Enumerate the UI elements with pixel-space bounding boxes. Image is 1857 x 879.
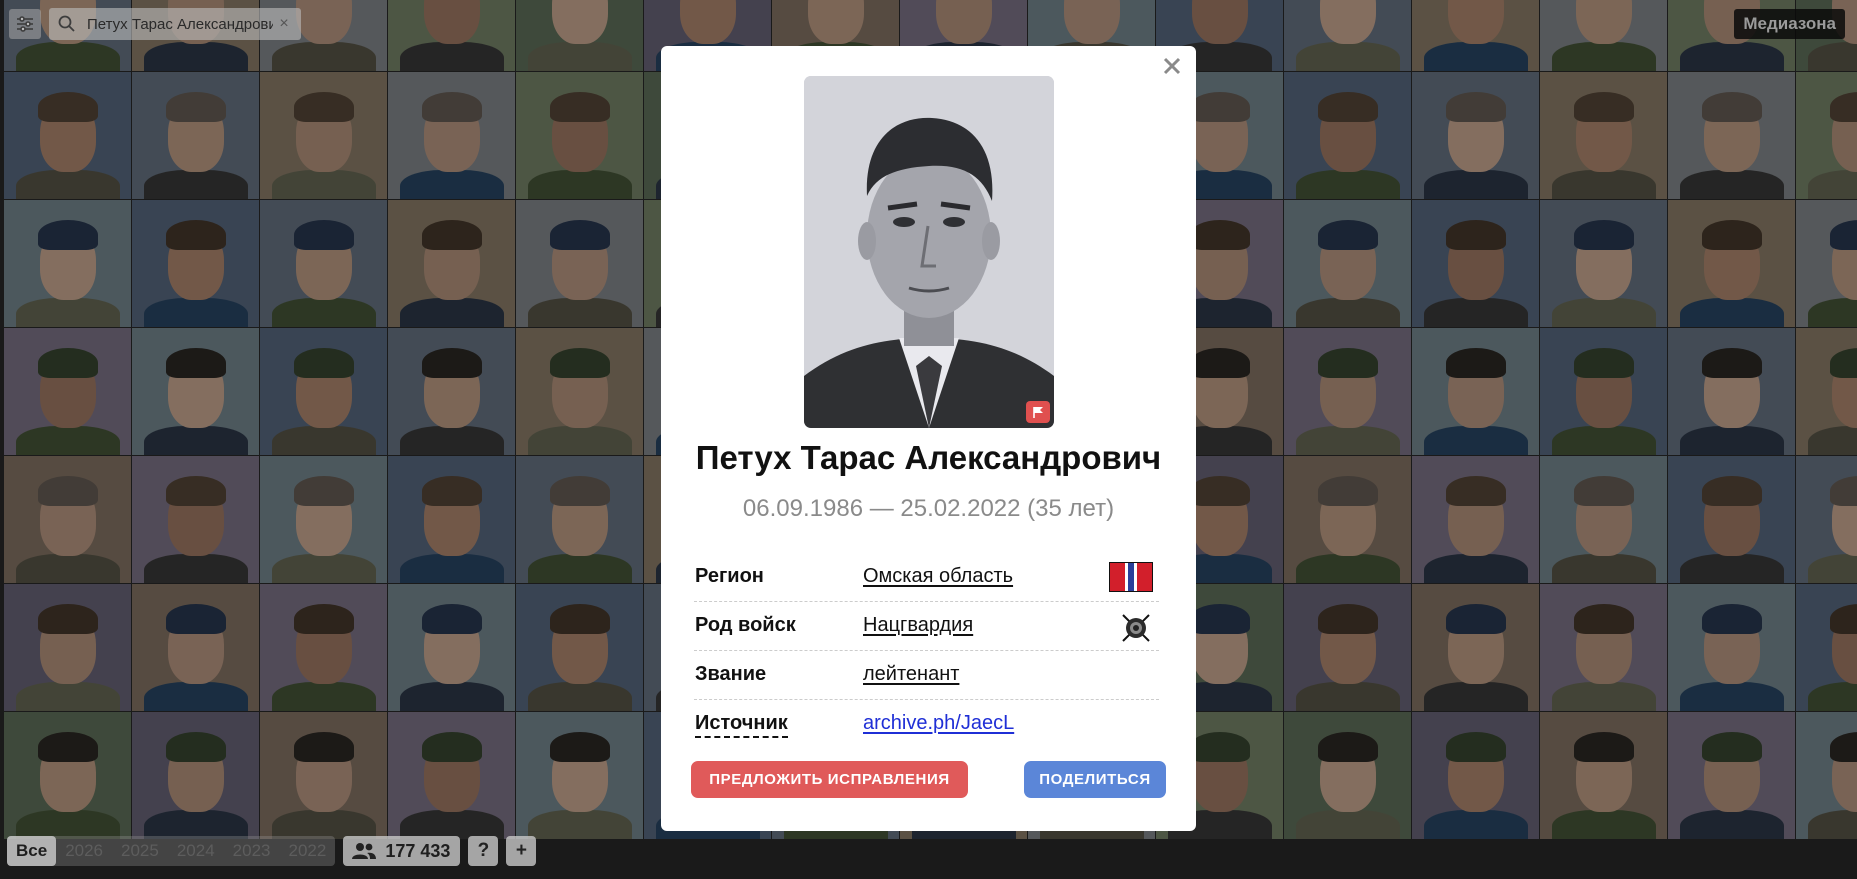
sliders-icon bbox=[17, 16, 33, 32]
region-link[interactable]: Омская область bbox=[863, 565, 1013, 588]
person-card-modal: Петух Тарас Александрович 06.09.1986 — 2… bbox=[661, 46, 1196, 831]
rank-link[interactable]: лейтенант bbox=[863, 663, 959, 686]
source-label[interactable]: Источник bbox=[695, 712, 788, 738]
branch-label: Род войск bbox=[695, 614, 796, 636]
add-button[interactable]: + bbox=[506, 836, 537, 866]
details-row-source: Источник archive.ph/JaecL bbox=[694, 700, 1159, 748]
report-flag-button[interactable] bbox=[1026, 401, 1050, 423]
filter-button[interactable] bbox=[9, 9, 41, 39]
tab-2022[interactable]: 2022 bbox=[280, 836, 336, 866]
portrait-drawing bbox=[804, 76, 1054, 428]
tab-2023[interactable]: 2023 bbox=[224, 836, 280, 866]
person-name: Петух Тарас Александрович bbox=[695, 439, 1162, 476]
person-details-table: Регион Омская область Род войск Нацгвард… bbox=[694, 553, 1159, 748]
people-icon bbox=[352, 843, 377, 859]
person-dates: 06.09.1986 — 25.02.2022 (35 лет) bbox=[742, 495, 1115, 522]
search-input[interactable] bbox=[85, 14, 275, 34]
tab-2025[interactable]: 2025 bbox=[112, 836, 168, 866]
total-count: 177 433 bbox=[385, 840, 451, 861]
details-row-region: Регион Омская область bbox=[694, 553, 1159, 602]
search-box: × bbox=[49, 8, 301, 40]
details-row-branch: Род войск Нацгвардия bbox=[694, 602, 1159, 651]
region-flag-icon bbox=[1109, 562, 1153, 592]
region-label: Регион bbox=[695, 565, 764, 587]
close-button[interactable] bbox=[1158, 52, 1186, 80]
year-filter-tabs: Все 2026 2025 2024 2023 2022 bbox=[7, 836, 336, 866]
person-photo bbox=[804, 76, 1054, 428]
tab-all[interactable]: Все bbox=[7, 836, 57, 866]
help-button[interactable]: ? bbox=[468, 836, 499, 866]
close-icon bbox=[1163, 57, 1181, 75]
total-count-badge[interactable]: 177 433 bbox=[343, 836, 461, 866]
source-link[interactable]: archive.ph/JaecL bbox=[863, 712, 1014, 735]
details-row-rank: Звание лейтенант bbox=[694, 651, 1159, 700]
flag-icon bbox=[1033, 406, 1043, 418]
tab-2026[interactable]: 2026 bbox=[56, 836, 112, 866]
rank-label: Звание bbox=[695, 663, 767, 685]
suggest-corrections-button[interactable]: ПРЕДЛОЖИТЬ ИСПРАВЛЕНИЯ bbox=[691, 761, 968, 798]
tab-2024[interactable]: 2024 bbox=[168, 836, 224, 866]
clear-search-icon[interactable]: × bbox=[275, 15, 293, 33]
search-icon bbox=[58, 15, 75, 32]
share-button[interactable]: ПОДЕЛИТЬСЯ bbox=[1024, 761, 1166, 798]
national-guard-emblem-icon bbox=[1122, 614, 1150, 642]
mediazona-logo[interactable]: Медиазона bbox=[1734, 9, 1845, 39]
bottom-toolbar: Все 2026 2025 2024 2023 2022 177 433 ? + bbox=[7, 836, 544, 866]
branch-link[interactable]: Нацгвардия bbox=[863, 614, 973, 637]
